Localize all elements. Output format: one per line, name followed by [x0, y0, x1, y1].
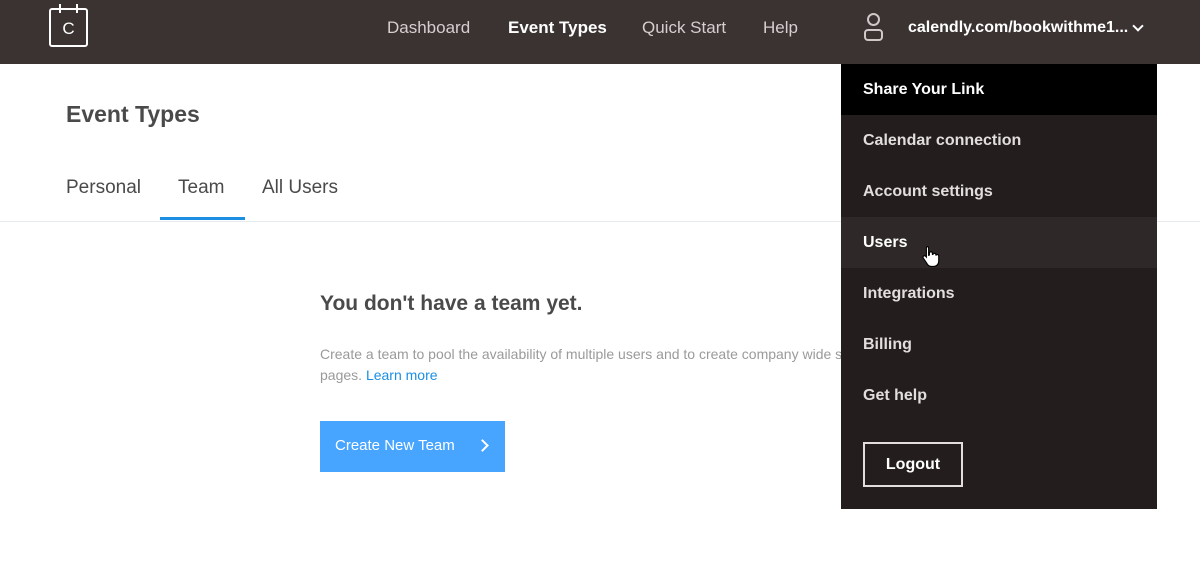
logo-ring-left	[59, 4, 61, 13]
learn-more-link[interactable]: Learn more	[366, 367, 438, 383]
create-new-team-label: Create New Team	[335, 437, 455, 454]
logo-letter: C	[62, 19, 75, 38]
nav-quick-start-link[interactable]: Quick Start	[642, 17, 726, 39]
user-icon	[862, 13, 886, 43]
menu-item-share-your-link[interactable]: Share Your Link	[841, 64, 1157, 115]
tab-personal[interactable]: Personal	[66, 176, 141, 200]
menu-item-users[interactable]: Users	[841, 217, 1157, 268]
calendly-logo[interactable]: C	[49, 4, 88, 47]
empty-state-description: Create a team to pool the availability o…	[320, 344, 920, 386]
nav-help-link[interactable]: Help	[763, 17, 798, 39]
chevron-right-icon	[476, 439, 489, 452]
active-tab-indicator	[160, 217, 245, 220]
tab-all-users[interactable]: All Users	[262, 176, 338, 200]
account-booking-url: calendly.com/bookwithme1...	[908, 19, 1129, 36]
empty-state-title: You don't have a team yet.	[320, 292, 583, 315]
top-navigation-bar: C Dashboard Event Types Quick Start Help…	[0, 0, 1200, 64]
menu-item-account-settings[interactable]: Account settings	[841, 166, 1157, 217]
hand-pointer-cursor-icon	[922, 245, 940, 267]
account-menu-toggle[interactable]: calendly.com/bookwithme1...	[862, 12, 1162, 44]
menu-item-get-help[interactable]: Get help	[841, 370, 1157, 421]
nav-dashboard-link[interactable]: Dashboard	[387, 17, 470, 39]
menu-item-billing[interactable]: Billing	[841, 319, 1157, 370]
account-dropdown-menu: Share Your Link Calendar connection Acco…	[841, 64, 1157, 509]
page-title: Event Types	[66, 101, 200, 127]
create-new-team-button[interactable]: Create New Team	[320, 421, 505, 472]
chevron-down-icon	[1132, 20, 1144, 32]
logout-button[interactable]: Logout	[863, 442, 963, 487]
nav-event-types-link[interactable]: Event Types	[508, 17, 607, 39]
tab-team[interactable]: Team	[178, 176, 224, 200]
logo-ring-right	[76, 4, 78, 13]
menu-item-integrations[interactable]: Integrations	[841, 268, 1157, 319]
menu-item-calendar-connection[interactable]: Calendar connection	[841, 115, 1157, 166]
